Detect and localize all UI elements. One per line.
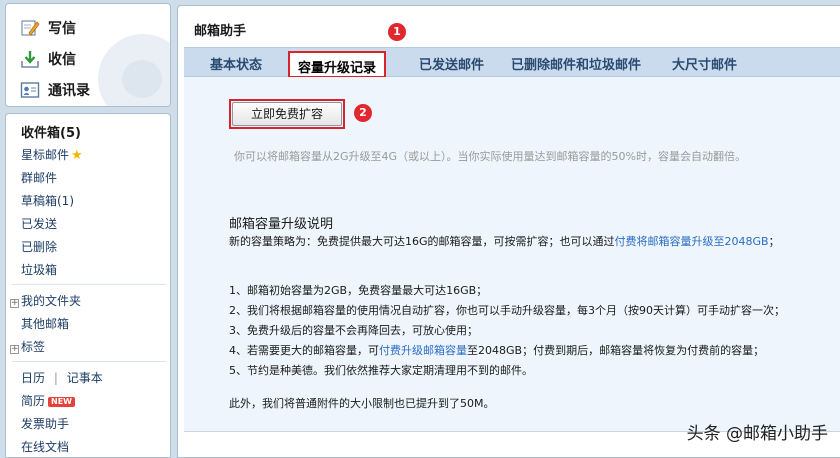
compose-button[interactable]: 写信	[20, 17, 76, 39]
nav-starred[interactable]: 星标邮件 ★	[21, 146, 83, 163]
attachment-note: 此外，我们将普通附件的大小限制也已提升到了50M。	[229, 397, 495, 410]
watermark: 头条 @邮箱小助手	[686, 424, 828, 444]
rule-item-3: 3、免费升级后的容量不会再降回去，可放心使用；	[229, 324, 478, 337]
nav-other-mail[interactable]: 其他邮箱	[21, 315, 69, 332]
policy-text: 新的容量策略为：免费提供最大可达16G的邮箱容量，可按需扩容；也可以通过	[229, 235, 615, 248]
section-title: 邮箱容量升级说明	[229, 217, 334, 232]
nav-tags[interactable]: + 标签	[10, 338, 45, 355]
star-icon: ★	[71, 148, 83, 163]
pencil-icon	[20, 18, 40, 38]
nav-divider	[12, 361, 166, 362]
tab-sent-mail[interactable]: 已发送邮件	[419, 54, 484, 73]
paid-upgrade-link[interactable]: 付费将邮箱容量升级至2048GB	[615, 235, 769, 248]
tab-deleted-spam[interactable]: 已删除邮件和垃圾邮件	[511, 54, 641, 73]
nav-notes[interactable]: 记事本	[67, 371, 103, 385]
contacts-label: 通讯录	[48, 83, 90, 99]
download-icon	[20, 49, 40, 69]
nav-group-mail[interactable]: 群邮件	[21, 169, 57, 186]
paid-capacity-link[interactable]: 付费升级邮箱容量	[379, 344, 467, 357]
nav-divider	[12, 284, 166, 285]
nav-calendar-notes: 日历 | 记事本	[21, 369, 103, 386]
free-upgrade-button[interactable]: 立即免费扩容	[232, 102, 342, 126]
compose-label: 写信	[48, 21, 76, 37]
nav-invoice[interactable]: 发票助手	[21, 415, 69, 432]
nav-calendar[interactable]: 日历	[21, 371, 45, 385]
rule-item-4-text-end: 至2048GB；付费到期后，邮箱容量将恢复为付费前的容量；	[467, 344, 765, 357]
nav-resume[interactable]: 简历 NEW	[21, 392, 75, 409]
step-badge-2: 2	[354, 104, 372, 122]
rule-item-5: 5、节约是种美德。我们依然推荐大家定期清理用不到的邮件。	[229, 364, 533, 377]
page-title: 邮箱助手	[194, 24, 247, 39]
nav-inbox[interactable]: 收件箱(5)	[21, 122, 81, 141]
sidebar: 写信 收信 通讯录 收件箱(5) 星标邮件 ★ 群邮件 草稿箱(1) 已发送 已…	[0, 0, 176, 458]
inbox-check-button[interactable]: 收信	[20, 48, 76, 70]
tab-basic-status[interactable]: 基本状态	[210, 54, 262, 73]
tab-bar: 基本状态 容量升级记录 已发送邮件 已删除邮件和垃圾邮件 大尺寸邮件	[184, 47, 840, 78]
expand-icon[interactable]: +	[10, 299, 19, 308]
contacts-button[interactable]: 通讯录	[20, 79, 90, 101]
quick-actions-panel: 写信 收信 通讯录	[5, 3, 171, 107]
nav-tags-label: 标签	[21, 340, 46, 354]
upgrade-button-highlight: 立即免费扩容	[229, 99, 345, 129]
rule-item-2: 2、我们将根据邮箱容量的使用情况自动扩容，你也可以手动升级容量，每3个月（按90…	[229, 304, 785, 317]
tab-upgrade-history[interactable]: 容量升级记录	[288, 51, 387, 78]
nav-trash[interactable]: 垃圾箱	[21, 261, 57, 278]
nav-deleted[interactable]: 已删除	[21, 238, 57, 255]
policy-line: 新的容量策略为：免费提供最大可达16G的邮箱容量，可按需扩容；也可以通过付费将邮…	[229, 233, 780, 249]
nav-pipe: |	[53, 371, 58, 385]
rule-item-1: 1、邮箱初始容量为2GB，免费容量最大可达16GB；	[229, 284, 488, 297]
contact-card-icon	[20, 80, 40, 100]
mascot-decoration-inner	[122, 60, 162, 98]
inbox-check-label: 收信	[48, 52, 76, 68]
step-badge-1: 1	[388, 23, 406, 41]
policy-text-end: ；	[768, 235, 780, 248]
nav-sent[interactable]: 已发送	[21, 215, 57, 232]
nav-online-docs[interactable]: 在线文档	[21, 438, 69, 455]
tab-content	[184, 77, 840, 432]
folder-nav: 收件箱(5) 星标邮件 ★ 群邮件 草稿箱(1) 已发送 已删除 垃圾箱 + 我的文…	[5, 113, 171, 458]
nav-drafts[interactable]: 草稿箱(1)	[21, 192, 74, 209]
nav-my-folders-label: 我的文件夹	[21, 294, 82, 308]
expand-icon[interactable]: +	[10, 345, 19, 354]
new-badge: NEW	[48, 397, 75, 407]
nav-resume-label: 简历	[21, 394, 46, 408]
nav-starred-label: 星标邮件	[21, 148, 70, 162]
tab-large-mail[interactable]: 大尺寸邮件	[672, 54, 737, 73]
upgrade-hint: 你可以将邮箱容量从2G升级至4G（或以上）。当你实际使用量达到邮箱容量的50%时…	[234, 150, 746, 163]
rule-item-4: 4、若需要更大的邮箱容量，可付费升级邮箱容量至2048GB；付费到期后，邮箱容量…	[229, 342, 764, 358]
nav-my-folders[interactable]: + 我的文件夹	[10, 292, 81, 309]
rule-item-4-text: 4、若需要更大的邮箱容量，可	[229, 344, 379, 357]
